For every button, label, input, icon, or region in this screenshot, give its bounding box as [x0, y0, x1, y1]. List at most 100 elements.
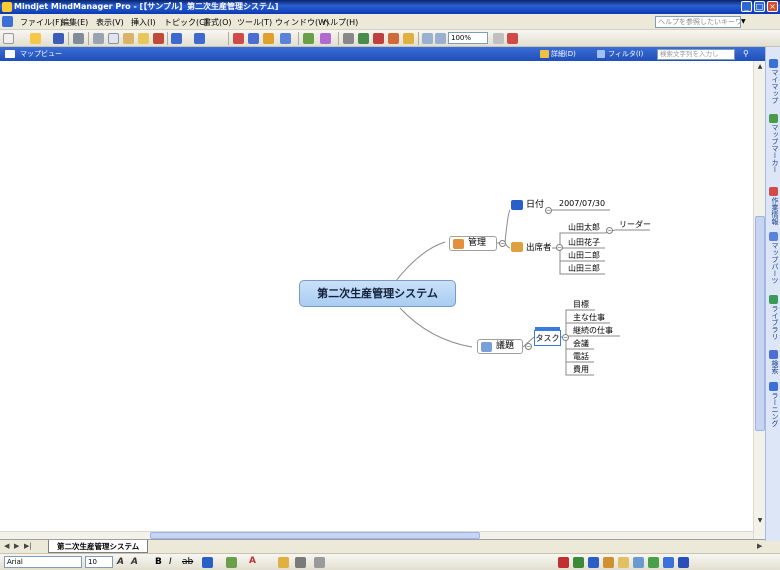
- shrink-font-icon[interactable]: A: [131, 557, 138, 567]
- central-topic[interactable]: 第二次生産管理システム: [299, 280, 456, 307]
- menu-insert[interactable]: 挿入(I): [131, 17, 156, 28]
- folder-icon[interactable]: [403, 33, 414, 44]
- undo-icon[interactable]: [171, 33, 182, 44]
- date-label[interactable]: 日付: [526, 200, 544, 210]
- menu-format[interactable]: 書式(O): [203, 17, 232, 28]
- align-icon[interactable]: [295, 557, 306, 568]
- export-outlook-icon[interactable]: [678, 557, 689, 568]
- tab-search[interactable]: 検索: [767, 360, 780, 374]
- help-search-input[interactable]: ヘルプを参照したいキーワード: [655, 16, 741, 28]
- scroll-down-icon[interactable]: ▼: [755, 516, 765, 526]
- bold-icon[interactable]: B: [155, 557, 162, 567]
- cut-icon[interactable]: [93, 33, 104, 44]
- paste-icon[interactable]: [123, 33, 134, 44]
- topic-kanri[interactable]: 管理: [449, 236, 497, 251]
- image-icon[interactable]: [358, 33, 369, 44]
- collapse-date-icon[interactable]: −: [545, 207, 552, 214]
- attendee-item[interactable]: 山田太郎: [568, 223, 600, 233]
- map-canvas[interactable]: 第二次生産管理システム 管理 − 日付 − 2007/07/30 出席者 − 山…: [0, 61, 753, 531]
- zoom-select[interactable]: 100%: [448, 32, 488, 44]
- boundary-icon[interactable]: [280, 33, 291, 44]
- first-tab-icon[interactable]: ◀: [4, 542, 9, 550]
- hyperlink-icon[interactable]: [320, 33, 331, 44]
- export-powerpoint-icon[interactable]: [603, 557, 614, 568]
- task-item[interactable]: 目標: [573, 300, 589, 310]
- vertical-scroll-thumb[interactable]: [755, 216, 765, 431]
- export-word-icon[interactable]: [588, 557, 599, 568]
- collapse-gidai-icon[interactable]: −: [525, 343, 532, 350]
- format-painter-icon[interactable]: [138, 33, 149, 44]
- horizontal-scroll-thumb[interactable]: [150, 532, 480, 539]
- italic-icon[interactable]: I: [169, 557, 172, 567]
- map-view-menu[interactable]: マップビュー: [20, 49, 62, 59]
- zoom-in-icon[interactable]: [422, 33, 433, 44]
- tab-library[interactable]: ライブラリ: [767, 305, 780, 340]
- delete-icon[interactable]: [153, 33, 164, 44]
- menu-view[interactable]: 表示(V): [96, 17, 124, 28]
- task-item[interactable]: 継続の仕事: [573, 326, 613, 336]
- attendee-item[interactable]: 山田二郎: [568, 251, 600, 261]
- vertical-scrollbar[interactable]: ▲ ▼: [753, 61, 765, 539]
- insert-topic-icon[interactable]: [233, 33, 244, 44]
- last-tab-icon[interactable]: ▶|: [24, 542, 32, 550]
- export-excel-icon[interactable]: [573, 557, 584, 568]
- leader-label[interactable]: リーダー: [619, 220, 651, 230]
- export-html-icon[interactable]: [618, 557, 629, 568]
- topic-style-icon[interactable]: [388, 33, 399, 44]
- attendee-item[interactable]: 山田花子: [568, 238, 600, 248]
- callout-icon[interactable]: [263, 33, 274, 44]
- menu-topic[interactable]: トピック(C): [164, 17, 208, 28]
- relationship-icon[interactable]: [248, 33, 259, 44]
- grow-font-icon[interactable]: A: [117, 557, 124, 567]
- next-tab-icon[interactable]: ▶: [14, 542, 19, 550]
- map-marker-icon[interactable]: [303, 33, 314, 44]
- task-item[interactable]: 費用: [573, 365, 589, 375]
- fill-color-icon[interactable]: [226, 557, 237, 568]
- sheet-tab-main[interactable]: 第二次生産管理システム: [48, 540, 149, 553]
- notes-icon[interactable]: [343, 33, 354, 44]
- date-value[interactable]: 2007/07/30: [559, 199, 605, 209]
- menu-tools[interactable]: ツール(T): [237, 17, 272, 28]
- filter-menu[interactable]: フィルタ(I): [608, 49, 643, 59]
- font-size-select[interactable]: 10: [85, 556, 113, 568]
- new-icon[interactable]: [3, 33, 14, 44]
- topic-shape-icon[interactable]: [278, 557, 289, 568]
- collapse-task-icon[interactable]: −: [562, 334, 569, 341]
- collapse-attendee-icon[interactable]: −: [606, 227, 613, 234]
- strikethrough-icon[interactable]: ab: [182, 557, 193, 567]
- tab-map-marker[interactable]: マップマーカー: [767, 124, 780, 173]
- balance-map-icon[interactable]: [507, 33, 518, 44]
- task-item[interactable]: 主な仕事: [573, 313, 605, 323]
- map-overview-icon[interactable]: [493, 33, 504, 44]
- open-icon[interactable]: [30, 33, 41, 44]
- menu-edit[interactable]: 編集(E): [61, 17, 88, 28]
- font-color-icon[interactable]: A: [249, 556, 256, 566]
- line-color-icon[interactable]: [202, 557, 213, 568]
- document-icon[interactable]: [2, 16, 13, 27]
- maximize-button[interactable]: □: [754, 1, 765, 12]
- export-image-icon[interactable]: [633, 557, 644, 568]
- attendees-label[interactable]: 出席者: [526, 243, 552, 253]
- menu-help[interactable]: ヘルプ(H): [322, 17, 358, 28]
- close-button[interactable]: ×: [767, 1, 778, 12]
- tab-map-parts[interactable]: マップパーツ: [767, 242, 780, 284]
- task-item[interactable]: 会議: [573, 339, 589, 349]
- font-name-select[interactable]: Arial: [4, 556, 82, 568]
- export-pdf-icon[interactable]: [558, 557, 569, 568]
- redo-icon[interactable]: [194, 33, 205, 44]
- tab-task-info[interactable]: 作業情報: [767, 197, 780, 225]
- binoculars-icon[interactable]: ⚲: [743, 49, 753, 59]
- task-item[interactable]: 電話: [573, 352, 589, 362]
- horizontal-scrollbar[interactable]: [0, 531, 753, 539]
- topic-gidai[interactable]: 議題: [477, 339, 523, 354]
- tab-learning[interactable]: ラーニング: [767, 392, 780, 427]
- attendee-item[interactable]: 山田三郎: [568, 264, 600, 274]
- send-mail-icon[interactable]: [663, 557, 674, 568]
- copy-icon[interactable]: [108, 33, 119, 44]
- topic-search-input[interactable]: 検索文字列を入力し: [657, 49, 735, 60]
- tab-mymap[interactable]: マイマップ: [767, 69, 780, 104]
- minimize-button[interactable]: _: [741, 1, 752, 12]
- attachment-icon[interactable]: [373, 33, 384, 44]
- collapse-kanri-icon[interactable]: −: [499, 240, 506, 247]
- save-icon[interactable]: [53, 33, 64, 44]
